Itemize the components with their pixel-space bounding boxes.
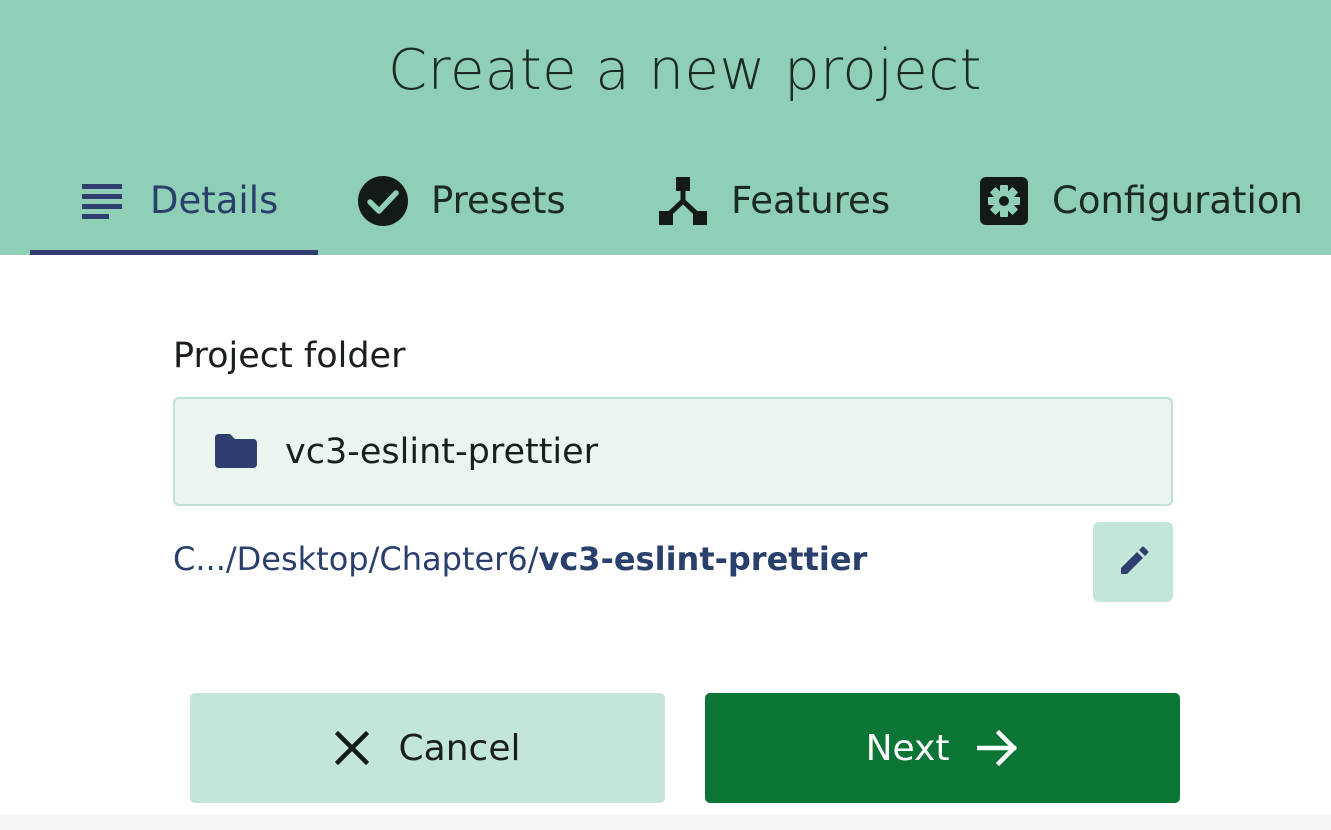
arrow-right-icon [977, 730, 1019, 766]
edit-path-button[interactable] [1093, 522, 1173, 602]
tab-details[interactable]: Details [30, 160, 318, 255]
create-project-dialog: Create a new project Details Presets Fea… [0, 0, 1331, 830]
project-folder-label: Project folder [173, 336, 406, 376]
path-name: vc3-eslint-prettier [538, 540, 868, 578]
tab-presets-label: Presets [431, 179, 566, 222]
list-icon [76, 175, 128, 227]
check-circle-icon [357, 175, 409, 227]
tab-configuration[interactable]: Configuration [978, 160, 1303, 255]
tab-features-label: Features [731, 179, 891, 222]
folder-icon [213, 432, 261, 472]
project-folder-value: vc3-eslint-prettier [285, 431, 599, 472]
project-folder-path: C.../Desktop/Chapter6/vc3-eslint-prettie… [173, 540, 867, 578]
bottom-divider [0, 815, 1331, 830]
tab-details-label: Details [150, 179, 279, 222]
tab-configuration-label: Configuration [1052, 179, 1303, 222]
tab-bar: Details Presets Features Configuration [0, 160, 1331, 255]
header: Create a new project Details Presets Fea… [0, 0, 1331, 255]
tab-presets[interactable]: Presets [357, 160, 566, 255]
tab-features[interactable]: Features [657, 160, 890, 255]
project-folder-input[interactable]: vc3-eslint-prettier [173, 397, 1173, 506]
page-title: Create a new project [388, 38, 982, 103]
cancel-button[interactable]: Cancel [190, 693, 665, 803]
close-icon [334, 731, 369, 765]
next-button-label: Next [865, 727, 950, 769]
fork-icon [657, 175, 709, 227]
pencil-icon [1117, 546, 1149, 578]
cancel-button-label: Cancel [398, 727, 521, 769]
path-prefix: C.../Desktop/Chapter6/ [173, 540, 539, 578]
next-button[interactable]: Next [705, 693, 1180, 803]
gear-icon [978, 175, 1030, 227]
